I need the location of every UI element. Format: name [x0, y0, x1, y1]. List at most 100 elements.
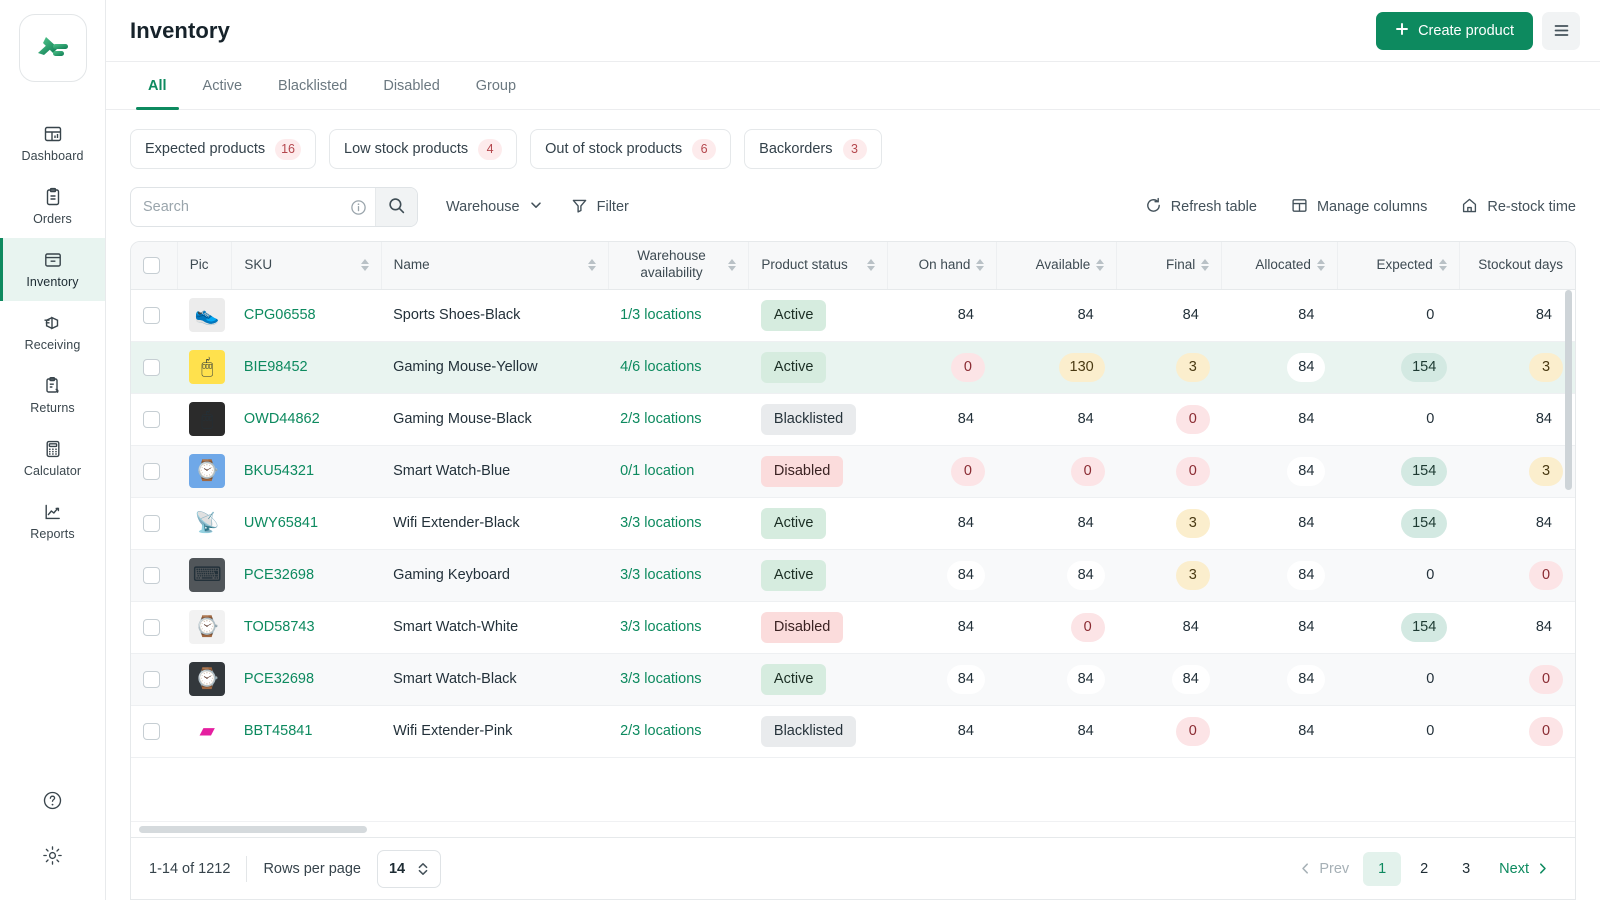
page-button-2[interactable]: 2 [1405, 852, 1443, 886]
th-available[interactable]: Available [997, 242, 1117, 289]
th-name[interactable]: Name [381, 242, 608, 289]
table-row[interactable]: ⌚TOD58743Smart Watch-White3/3 locationsD… [131, 601, 1575, 653]
th-allocated[interactable]: Allocated [1222, 242, 1338, 289]
sidebar-item-orders[interactable]: Orders [0, 175, 105, 238]
row-checkbox[interactable] [143, 619, 160, 636]
table-row[interactable]: 👟CPG06558Sports Shoes-Black1/3 locations… [131, 289, 1575, 341]
warehouse-link[interactable]: 2/3 locations [620, 411, 701, 427]
sort-icon[interactable] [1201, 259, 1209, 271]
th-final[interactable]: Final [1117, 242, 1222, 289]
sku-link[interactable]: BKU54321 [244, 463, 314, 479]
warehouse-link[interactable]: 2/3 locations [620, 723, 701, 739]
search-input[interactable] [131, 188, 342, 226]
info-icon[interactable] [342, 199, 375, 216]
table-horizontal-scrollbar[interactable] [139, 826, 367, 833]
table-row[interactable]: ⌚PCE32698Smart Watch-Black3/3 locationsA… [131, 653, 1575, 705]
row-checkbox[interactable] [143, 671, 160, 688]
warehouse-link[interactable]: 1/3 locations [620, 307, 701, 323]
sku-link[interactable]: BIE98452 [244, 359, 308, 375]
rows-per-page-stepper[interactable]: 14 [377, 850, 441, 888]
search-button[interactable] [375, 188, 417, 226]
sort-icon[interactable] [728, 259, 736, 271]
tab-disabled[interactable]: Disabled [365, 62, 457, 109]
prev-page-button[interactable]: Prev [1289, 852, 1359, 886]
warehouse-link[interactable]: 3/3 locations [620, 619, 701, 635]
restock-time-button[interactable]: Re-stock time [1461, 197, 1576, 218]
sort-icon[interactable] [976, 259, 984, 271]
row-checkbox[interactable] [143, 515, 160, 532]
table-row[interactable]: 🖱OWD44862Gaming Mouse-Black2/3 locations… [131, 393, 1575, 445]
chip-expected-products[interactable]: Expected products 16 [130, 129, 316, 169]
table-row[interactable]: ▰BBT45841Wifi Extender-Pink2/3 locations… [131, 705, 1575, 757]
th-on-hand[interactable]: On hand [888, 242, 997, 289]
table-row[interactable]: 🖱BIE98452Gaming Mouse-Yellow4/6 location… [131, 341, 1575, 393]
warehouse-dropdown[interactable]: Warehouse [446, 198, 543, 216]
sku-link[interactable]: TOD58743 [244, 619, 315, 635]
filter-button[interactable]: Filter [571, 197, 629, 218]
sku-link[interactable]: PCE32698 [244, 567, 314, 583]
th-product-status[interactable]: Product status [749, 242, 888, 289]
sidebar-item-receiving[interactable]: Receiving [0, 301, 105, 364]
warehouse-link[interactable]: 3/3 locations [620, 671, 701, 687]
dashboard-icon [43, 124, 63, 144]
row-name-cell: Gaming Mouse-Black [381, 393, 608, 445]
sort-icon[interactable] [588, 259, 596, 271]
sort-icon[interactable] [1439, 259, 1447, 271]
th-sku[interactable]: SKU [232, 242, 381, 289]
sku-link[interactable]: OWD44862 [244, 411, 320, 427]
tab-blacklisted[interactable]: Blacklisted [260, 62, 365, 109]
sku-link[interactable]: PCE32698 [244, 671, 314, 687]
sku-link[interactable]: UWY65841 [244, 515, 318, 531]
next-page-button[interactable]: Next [1489, 852, 1559, 886]
th-warehouse-availability[interactable]: Warehouse availability [608, 242, 749, 289]
refresh-icon [1145, 197, 1162, 218]
sidebar-item-returns[interactable]: Returns [0, 364, 105, 427]
sort-icon[interactable] [867, 259, 875, 271]
manage-columns-button[interactable]: Manage columns [1291, 197, 1427, 218]
sidebar-item-inventory[interactable]: Inventory [0, 238, 105, 301]
warehouse-link[interactable]: 0/1 location [620, 463, 694, 479]
chip-out-of-stock-products[interactable]: Out of stock products 6 [530, 129, 731, 169]
chip-backorders[interactable]: Backorders 3 [744, 129, 881, 169]
table-vertical-scrollbar[interactable] [1565, 290, 1572, 490]
value-pill: 3 [1529, 353, 1563, 382]
tab-group[interactable]: Group [458, 62, 534, 109]
chevron-right-icon [1536, 862, 1549, 875]
chip-low-stock-products[interactable]: Low stock products 4 [329, 129, 517, 169]
warehouse-link[interactable]: 3/3 locations [620, 567, 701, 583]
row-sku-cell: OWD44862 [232, 393, 381, 445]
sidebar-item-reports[interactable]: Reports [0, 490, 105, 553]
th-expected[interactable]: Expected [1337, 242, 1459, 289]
sort-icon[interactable] [361, 259, 369, 271]
row-checkbox[interactable] [143, 411, 160, 428]
refresh-table-button[interactable]: Refresh table [1145, 197, 1257, 218]
select-all-checkbox[interactable] [143, 257, 160, 274]
create-product-button[interactable]: Create product [1376, 12, 1533, 50]
th-label: Stockout days [1478, 257, 1563, 274]
sort-icon[interactable] [1096, 259, 1104, 271]
warehouse-link[interactable]: 4/6 locations [620, 359, 701, 375]
tab-active[interactable]: Active [185, 62, 261, 109]
status-badge: Disabled [761, 456, 843, 487]
sidebar-item-dashboard[interactable]: Dashboard [0, 112, 105, 175]
sku-link[interactable]: CPG06558 [244, 307, 316, 323]
app-logo[interactable] [19, 14, 87, 82]
sidebar-item-calculator[interactable]: Calculator [0, 427, 105, 490]
tab-all[interactable]: All [130, 62, 185, 109]
row-checkbox[interactable] [143, 567, 160, 584]
gear-icon[interactable] [42, 845, 63, 866]
warehouse-link[interactable]: 3/3 locations [620, 515, 701, 531]
row-checkbox[interactable] [143, 463, 160, 480]
table-row[interactable]: ⌚BKU54321Smart Watch-Blue0/1 locationDis… [131, 445, 1575, 497]
sku-link[interactable]: BBT45841 [244, 723, 313, 739]
page-button-3[interactable]: 3 [1447, 852, 1485, 886]
row-checkbox[interactable] [143, 723, 160, 740]
row-checkbox[interactable] [143, 307, 160, 324]
page-button-1[interactable]: 1 [1363, 852, 1401, 886]
help-icon[interactable] [42, 790, 63, 811]
sort-icon[interactable] [1317, 259, 1325, 271]
table-row[interactable]: ⌨PCE32698Gaming Keyboard3/3 locationsAct… [131, 549, 1575, 601]
row-checkbox[interactable] [143, 359, 160, 376]
hamburger-icon[interactable] [1542, 12, 1580, 50]
table-row[interactable]: 📡UWY65841Wifi Extender-Black3/3 location… [131, 497, 1575, 549]
